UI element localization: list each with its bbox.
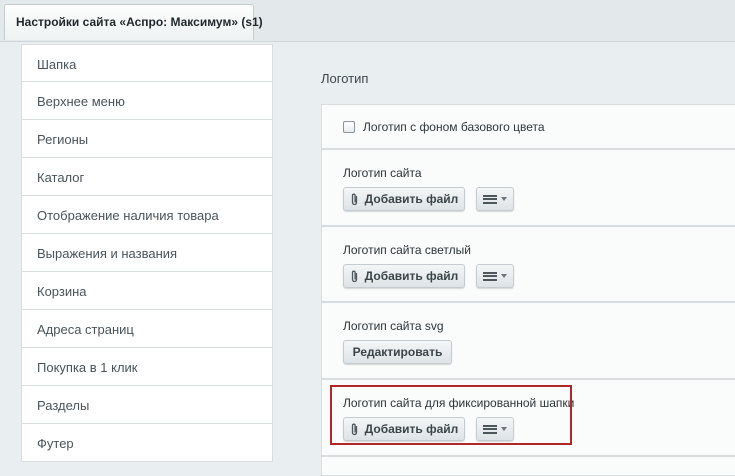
add-file-button[interactable]: Добавить файл [343, 417, 465, 441]
sidebar-item-sections[interactable]: Разделы [21, 386, 273, 424]
paperclip-icon [350, 193, 359, 206]
field-label: Логотип сайта [343, 166, 422, 180]
hamburger-menu-icon [483, 194, 497, 204]
file-options-menu-button[interactable] [476, 264, 514, 288]
add-file-button[interactable]: Добавить файл [343, 187, 465, 211]
field-row-logo-svg: Логотип сайта svg Редактировать [321, 302, 735, 379]
chevron-down-icon [501, 197, 507, 201]
edit-button[interactable]: Редактировать [343, 340, 452, 364]
sidebar-item-regions[interactable]: Регионы [21, 120, 273, 158]
logo-base-color-checkbox[interactable] [343, 121, 355, 133]
hamburger-menu-icon [483, 271, 497, 281]
sidebar-item-cart[interactable]: Корзина [21, 272, 273, 310]
sidebar-item-top-menu[interactable]: Верхнее меню [21, 82, 273, 120]
sidebar-item-header[interactable]: Шапка [21, 44, 273, 82]
field-label: Логотип сайта svg [343, 319, 444, 333]
file-options-menu-button[interactable] [476, 417, 514, 441]
paperclip-icon [350, 423, 359, 436]
field-label: Логотип сайта светлый [343, 243, 471, 257]
add-file-label: Добавить файл [364, 192, 459, 206]
hamburger-menu-icon [483, 424, 497, 434]
edit-button-label: Редактировать [352, 345, 443, 359]
field-row-logo: Логотип сайта Добавить файл [321, 149, 735, 226]
checkbox-row: Логотип с фоном базового цвета [321, 104, 735, 149]
add-file-label: Добавить файл [364, 269, 459, 283]
sidebar-item-one-click[interactable]: Покупка в 1 клик [21, 348, 273, 386]
sidebar-item-catalog[interactable]: Каталог [21, 158, 273, 196]
chevron-down-icon [501, 427, 507, 431]
settings-content: Логотип Логотип с фоном базового цвета Л… [300, 44, 735, 476]
sidebar-item-page-urls[interactable]: Адреса страниц [21, 310, 273, 348]
add-file-label: Добавить файл [364, 422, 459, 436]
checkbox-label[interactable]: Логотип с фоном базового цвета [363, 120, 545, 134]
field-label: Логотип сайта для фиксированной шапки [343, 396, 575, 410]
field-row-logo-fixed-header: Логотип сайта для фиксированной шапки До… [321, 379, 735, 456]
tab-site-settings[interactable]: Настройки сайта «Аспро: Максимум» (s1) [4, 4, 263, 40]
field-row-logo-light: Логотип сайта светлый Добавить файл [321, 226, 735, 302]
logo-base-color-option[interactable]: Логотип с фоном базового цвета [343, 120, 545, 134]
add-file-button[interactable]: Добавить файл [343, 264, 465, 288]
field-row-next [321, 456, 735, 476]
sidebar-item-phrases[interactable]: Выражения и названия [21, 234, 273, 272]
chevron-down-icon [501, 274, 507, 278]
sidebar-item-footer[interactable]: Футер [21, 424, 273, 462]
tab-bar: Настройки сайта «Аспро: Максимум» (s1) [0, 0, 735, 42]
section-title: Логотип [321, 71, 369, 86]
paperclip-icon [350, 270, 359, 283]
sidebar-item-stock-display[interactable]: Отображение наличия товара [21, 196, 273, 234]
sidebar-menu: Шапка Верхнее меню Регионы Каталог Отобр… [21, 44, 273, 462]
file-options-menu-button[interactable] [476, 187, 514, 211]
